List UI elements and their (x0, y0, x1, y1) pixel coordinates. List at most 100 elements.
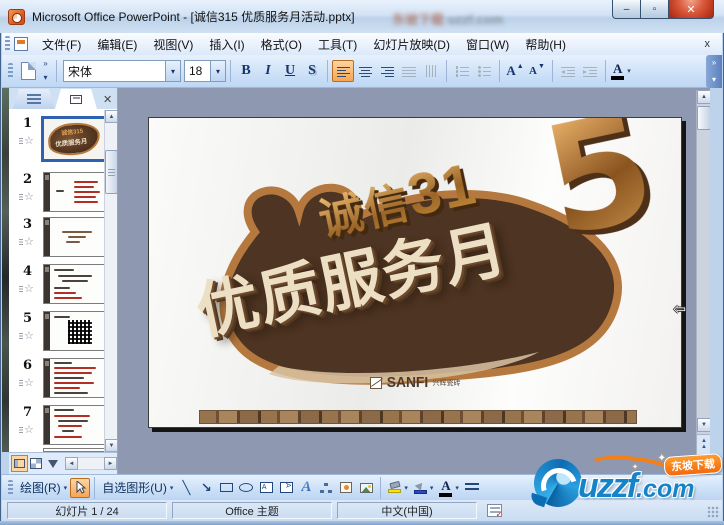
increase-font-size-button[interactable]: A▲ (504, 60, 526, 82)
rectangle-tool-button[interactable] (216, 478, 236, 498)
clipart-button[interactable] (336, 478, 356, 498)
font-color-button[interactable]: A ▾ (610, 60, 632, 82)
close-button[interactable]: ✕ (669, 0, 714, 19)
menu-insert[interactable]: 插入(I) (201, 33, 252, 56)
menubar-drag-handle[interactable] (5, 36, 10, 52)
slideshow-view-button[interactable] (44, 455, 61, 472)
animation-star-icon[interactable]: ☆ (19, 282, 34, 295)
toolbar-overflow-button[interactable]: »▾ (706, 55, 722, 88)
maximize-button[interactable]: ▫ (641, 0, 669, 19)
slide-thumbnail-5[interactable] (43, 311, 105, 351)
drawbar-drag-handle[interactable] (8, 480, 13, 496)
slide-thumbnail-6[interactable] (43, 358, 105, 398)
slide-thumbnail-2[interactable] (43, 172, 105, 212)
slide-thumbnail-3[interactable] (43, 217, 105, 257)
chevron-down-icon[interactable]: ▾ (165, 61, 180, 81)
h-scroll-track[interactable] (78, 457, 104, 470)
line-tool-button[interactable]: ╲ (176, 478, 196, 498)
theme-indicator[interactable]: Office 主题 (172, 502, 332, 519)
menu-file[interactable]: 文件(F) (34, 33, 89, 56)
animation-star-icon[interactable]: ☆ (19, 376, 34, 389)
previous-slide-button[interactable]: ▲▲ (697, 435, 710, 454)
menu-format[interactable]: 格式(O) (253, 33, 310, 56)
font-size-select[interactable]: 18 ▾ (184, 60, 226, 82)
text-direction-button[interactable] (420, 60, 442, 82)
menu-view[interactable]: 视图(V) (145, 33, 201, 56)
italic-button[interactable]: I (257, 60, 279, 82)
document-icon[interactable] (14, 37, 28, 51)
toolbar-options-button[interactable]: »▾ (39, 58, 52, 84)
line-style-button[interactable] (462, 478, 482, 498)
workspace-scroll-thumb[interactable] (697, 106, 710, 130)
numbered-list-button[interactable] (451, 60, 473, 82)
chevron-down-icon[interactable]: ▾ (210, 61, 225, 81)
increase-indent-button[interactable] (579, 60, 601, 82)
slide-thumbnail-4[interactable] (43, 264, 105, 304)
pane-scroll-thumb[interactable] (105, 150, 118, 194)
font-name-select[interactable]: 宋体 ▾ (63, 60, 181, 82)
scroll-down-icon[interactable]: ▼ (105, 439, 118, 452)
slide-canvas[interactable]: 5 诚信31 优质服务月 SANFI 兴辉瓷砖 (148, 117, 682, 428)
tab-slides[interactable] (55, 89, 97, 109)
align-right-icon (381, 66, 394, 77)
title-bar[interactable]: Microsoft Office PowerPoint - [诚信315 优质服… (0, 0, 724, 33)
slide-sorter-view-button[interactable] (28, 455, 45, 472)
new-slide-button[interactable] (17, 60, 39, 82)
text-shadow-button[interactable]: S (301, 60, 323, 82)
diagram-button[interactable] (316, 478, 336, 498)
scroll-right-icon[interactable]: ► (104, 457, 117, 470)
align-left-button[interactable] (332, 60, 354, 82)
draw-font-color-button[interactable]: A ▾ (436, 478, 462, 498)
textbox-tool-button[interactable]: A (256, 478, 276, 498)
bullet-list-button[interactable] (473, 60, 495, 82)
select-objects-button[interactable] (70, 478, 90, 498)
scroll-left-icon[interactable]: ◄ (65, 457, 78, 470)
menu-edit[interactable]: 编辑(E) (89, 33, 145, 56)
draw-menu-button[interactable]: 绘图(R)▾ (17, 478, 70, 498)
slide-thumbnail-7[interactable] (43, 405, 105, 445)
align-center-button[interactable] (354, 60, 376, 82)
decrease-indent-button[interactable] (557, 60, 579, 82)
scroll-up-icon[interactable]: ▲ (105, 110, 118, 123)
vertical-textbox-button[interactable]: A (276, 478, 296, 498)
close-pane-icon[interactable]: ✕ (103, 93, 112, 109)
animation-star-icon[interactable]: ☆ (19, 190, 34, 203)
menu-window[interactable]: 窗口(W) (458, 33, 517, 56)
toolbar-drag-handle[interactable] (8, 63, 13, 79)
scroll-down-icon[interactable]: ▼ (697, 418, 710, 432)
workspace-scrollbar[interactable]: ▲ ▼ ▲▲ ▼▼ (696, 90, 710, 474)
bold-button[interactable]: B (235, 60, 257, 82)
autoshapes-menu-button[interactable]: 自选图形(U)▾ (99, 478, 176, 498)
powerpoint-app-icon[interactable] (8, 9, 25, 25)
chevron-down-icon[interactable]: ▾ (627, 67, 631, 75)
menu-slideshow[interactable]: 幻灯片放映(D) (365, 33, 458, 56)
line-color-button[interactable]: ▾ (411, 478, 437, 498)
pane-horizontal-scrollbar[interactable]: ◄ ► (65, 457, 117, 470)
arrow-tool-button[interactable]: ↘ (196, 478, 216, 498)
menu-help[interactable]: 帮助(H) (517, 33, 574, 56)
scroll-up-icon[interactable]: ▲ (697, 90, 710, 104)
animation-star-icon[interactable]: ☆ (19, 329, 34, 342)
decrease-font-size-button[interactable]: A▼ (526, 60, 548, 82)
tab-outline[interactable] (13, 89, 55, 109)
resize-grip[interactable] (707, 506, 719, 518)
wordart-button[interactable]: A (296, 478, 316, 498)
pane-scrollbar[interactable]: ▲ ▼ (104, 110, 117, 452)
insert-picture-button[interactable] (356, 478, 376, 498)
slide-thumbnail-1[interactable]: 诚信315 优质服务月 (41, 116, 107, 162)
underline-button[interactable]: U (279, 60, 301, 82)
fill-color-button[interactable]: ▾ (385, 478, 411, 498)
close-document-icon[interactable]: x (701, 37, 715, 51)
animation-star-icon[interactable]: ☆ (19, 235, 34, 248)
next-slide-button[interactable]: ▼▼ (697, 454, 710, 473)
align-right-button[interactable] (376, 60, 398, 82)
normal-view-button[interactable] (11, 455, 28, 472)
oval-tool-button[interactable] (236, 478, 256, 498)
language-indicator[interactable]: 中文(中国) (337, 502, 477, 519)
animation-star-icon[interactable]: ☆ (19, 134, 34, 147)
spellcheck-icon[interactable] (487, 504, 502, 517)
distribute-text-button[interactable] (398, 60, 420, 82)
menu-tools[interactable]: 工具(T) (310, 33, 365, 56)
minimize-button[interactable]: – (612, 0, 641, 19)
animation-star-icon[interactable]: ☆ (19, 423, 34, 436)
